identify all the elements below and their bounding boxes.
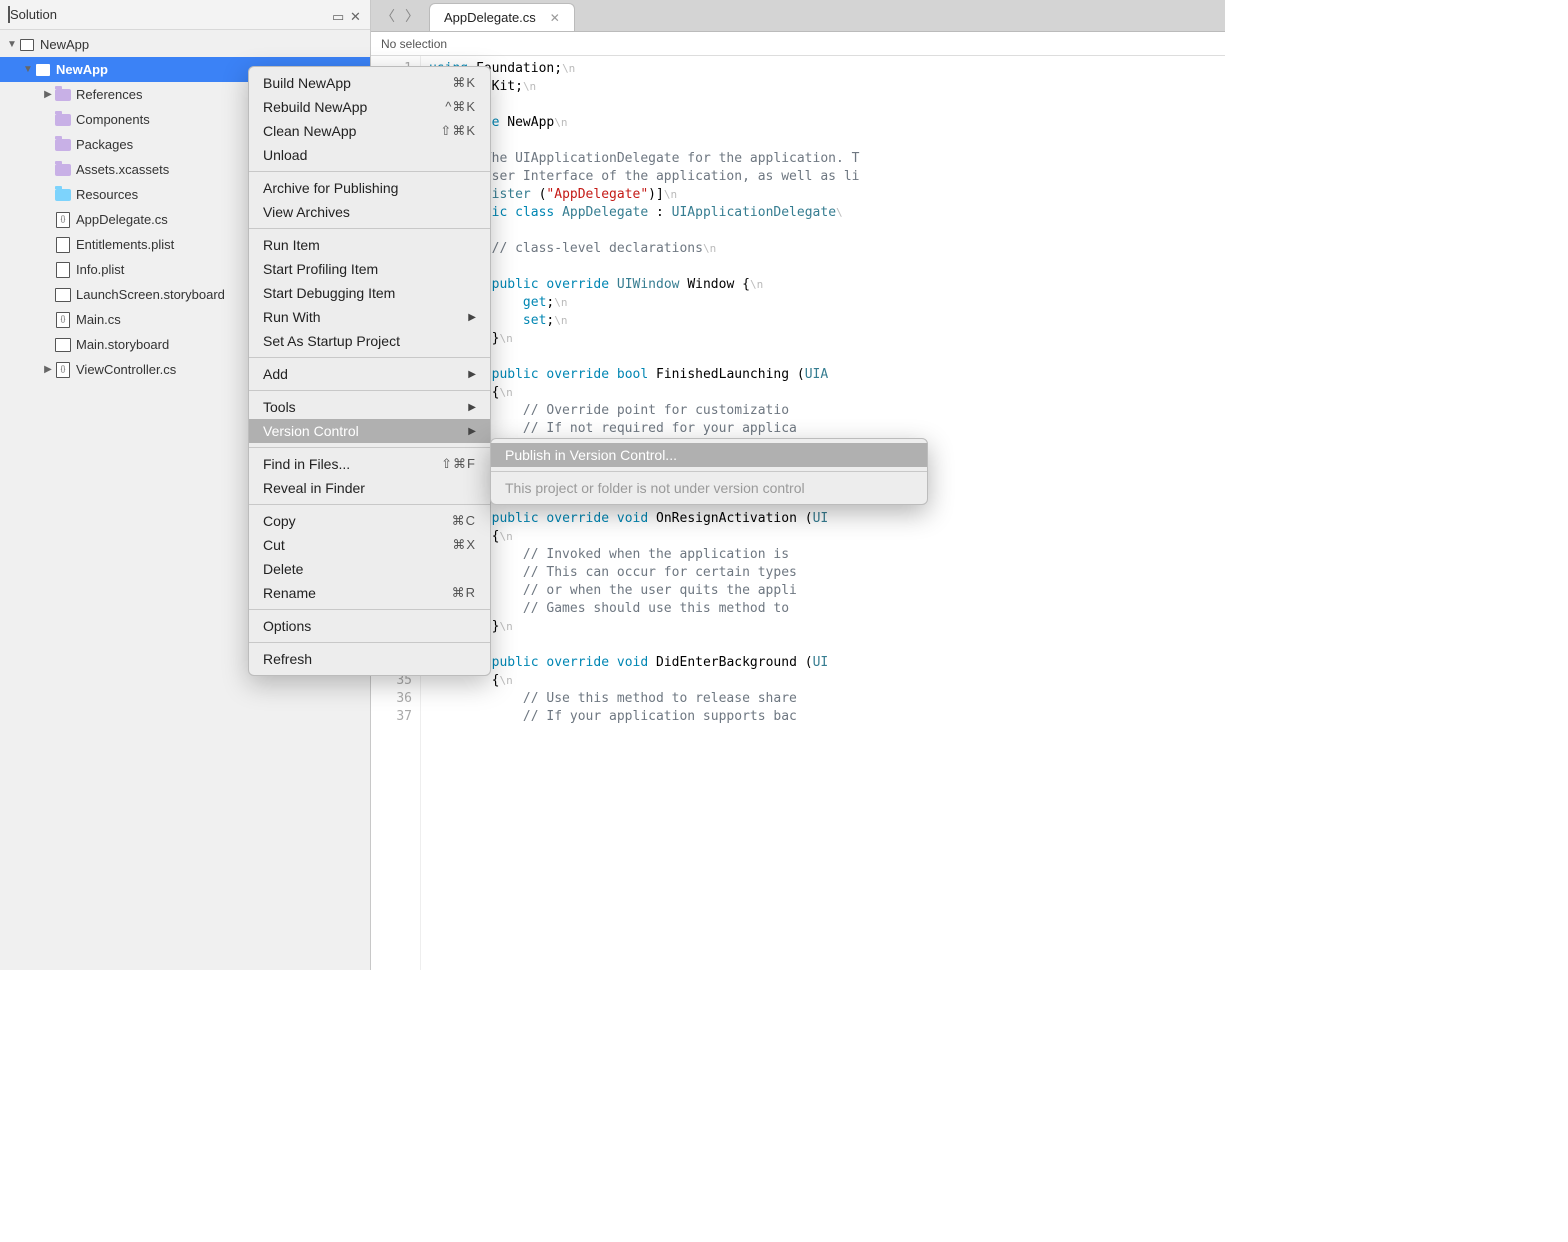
breadcrumb[interactable]: No selection [371,32,1225,56]
nav-forward-icon[interactable]: 〉 [405,6,419,26]
submenu-item: This project or folder is not under vers… [491,476,927,500]
menu-item[interactable]: Start Profiling Item [249,257,490,281]
project-icon [34,62,52,78]
menu-item[interactable]: Copy⌘C [249,509,490,533]
menu-item[interactable]: Find in Files...⇧⌘F [249,452,490,476]
tab-title: AppDelegate.cs [444,10,536,25]
menu-item[interactable]: Clean NewApp⇧⌘K [249,119,490,143]
cs-icon: {} [54,212,72,228]
tree-root[interactable]: NewApp [0,32,370,57]
code-content[interactable]: using Foundation;\nusing UIKit;\n\nnames… [421,56,1225,970]
folder-blue-icon [54,187,72,203]
menu-item[interactable]: Unload [249,143,490,167]
menu-item[interactable]: Options [249,614,490,638]
tab-close-icon[interactable]: ✕ [550,11,560,25]
version-control-submenu: Publish in Version Control... This projec… [490,438,928,505]
menu-item[interactable]: Run With▶ [249,305,490,329]
submenu-item[interactable]: Publish in Version Control... [491,443,927,467]
menu-item[interactable]: Version Control▶ [249,419,490,443]
menu-item[interactable]: Reveal in Finder [249,476,490,500]
menu-item[interactable]: Start Debugging Item [249,281,490,305]
tab-bar: 〈 〉 AppDelegate.cs ✕ [371,0,1225,32]
solution-icon [18,37,36,53]
folder-purple-icon [54,87,72,103]
nav-back-icon[interactable]: 〈 [381,6,395,26]
menu-item[interactable]: Delete [249,557,490,581]
menu-item[interactable]: View Archives [249,200,490,224]
menu-item[interactable]: Build NewApp⌘K [249,71,490,95]
menu-item[interactable]: Refresh [249,647,490,671]
plist-icon [54,262,72,278]
sidebar-title: Solution [10,7,57,22]
menu-item[interactable]: Rebuild NewApp^⌘K [249,95,490,119]
cs-icon: {} [54,362,72,378]
menu-item[interactable]: Add▶ [249,362,490,386]
folder-purple-icon [54,162,72,178]
cs-icon: {} [54,312,72,328]
context-menu: Build NewApp⌘KRebuild NewApp^⌘KClean New… [248,66,491,676]
story-icon [54,337,72,353]
menu-item[interactable]: Rename⌘R [249,581,490,605]
sidebar-header: Solution ▭ ✕ [0,0,370,30]
menu-item[interactable]: Set As Startup Project [249,329,490,353]
folder-purple-icon [54,112,72,128]
close-icon[interactable]: ✕ [350,9,362,21]
editor-tab[interactable]: AppDelegate.cs ✕ [429,3,575,31]
plist-icon [54,237,72,253]
menu-item[interactable]: Run Item [249,233,490,257]
story-icon [54,287,72,303]
folder-purple-icon [54,137,72,153]
code-editor[interactable]: 1234567891011121314151617181920212223242… [371,56,1225,970]
menu-item[interactable]: Cut⌘X [249,533,490,557]
menu-item[interactable]: Archive for Publishing [249,176,490,200]
menu-item[interactable]: Tools▶ [249,395,490,419]
restore-icon[interactable]: ▭ [332,9,344,21]
